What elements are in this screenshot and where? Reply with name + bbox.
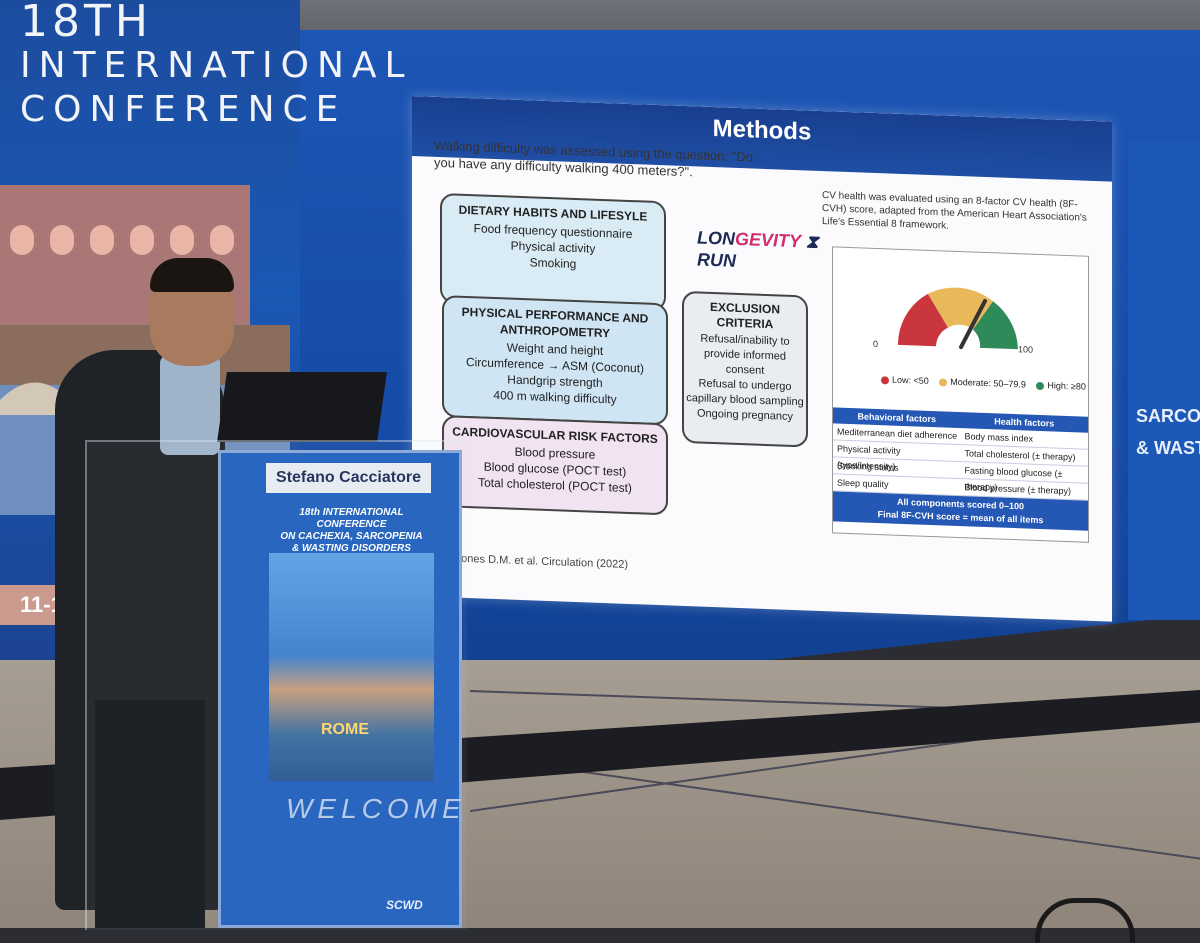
hourglass-icon: ⧗ xyxy=(805,231,819,252)
box-physical-title: PHYSICAL PERFORMANCE AND ANTHROPOMETRY xyxy=(461,304,649,341)
legend-dot-low xyxy=(881,375,889,385)
slide-citation: -Jones D.M. et al. Circulation (2022) xyxy=(452,552,629,571)
banner-edition: 18TH xyxy=(20,0,152,47)
gauge-chart xyxy=(897,287,1018,350)
cvh-score-panel: 0 100 Low: <50 Moderate: 50–79.9 High: ≥… xyxy=(832,246,1089,543)
gauge-min-label: 0 xyxy=(873,338,879,350)
speaker-hair xyxy=(150,258,234,292)
banner-right-text: SARCOPEN & WASTIN xyxy=(1136,400,1200,464)
box-cardiovascular-risk: CARDIOVASCULAR RISK FACTORS Blood pressu… xyxy=(442,415,668,516)
banner-line-conference: CONFERENCE xyxy=(20,89,347,130)
logo-part-1: LON xyxy=(697,227,735,249)
box-item: Refusal to undergo capillary blood sampl… xyxy=(686,377,804,409)
box-item: Refusal/inability to provide informed co… xyxy=(700,332,790,377)
logo-part-3: RUN xyxy=(697,249,736,271)
box-dietary-habits: DIETARY HABITS AND LIFESYLE Food frequen… xyxy=(440,193,666,312)
legend-high: High: ≥80 xyxy=(1047,380,1086,392)
box-item: Ongoing pregnancy xyxy=(696,407,793,423)
glass-lectern-panel xyxy=(85,440,467,930)
banner-title: 18TH INTERNATIONAL CONFERENCE xyxy=(20,0,413,132)
presentation-slide: Methods Walking difficulty was assessed … xyxy=(412,96,1112,622)
laptop xyxy=(217,372,387,442)
legend-dot-high xyxy=(1036,381,1045,390)
logo-part-2: GEVITY xyxy=(735,228,801,252)
banner-right-line2: & WASTIN xyxy=(1136,438,1200,458)
longevity-run-logo: LONGEVITY ⧗ RUN xyxy=(697,226,818,274)
legend-low: Low: <50 xyxy=(892,374,929,386)
box-exclusion-criteria: EXCLUSION CRITERIA Refusal/inability to … xyxy=(682,290,808,448)
factors-table: Behavioral factors Health factors Medite… xyxy=(833,407,1088,531)
legend-moderate: Moderate: 50–79.9 xyxy=(950,376,1026,390)
banner-line-international: INTERNATIONAL xyxy=(20,45,413,86)
gauge-max-label: 100 xyxy=(1018,344,1034,355)
conference-banner-right xyxy=(1128,140,1200,620)
banner-right-line1: SARCOPEN xyxy=(1136,406,1200,426)
legend-dot-moderate xyxy=(939,377,948,387)
cv-health-description: CV health was evaluated using an 8-facto… xyxy=(822,190,1087,232)
box-physical-performance: PHYSICAL PERFORMANCE AND ANTHROPOMETRY W… xyxy=(442,295,668,426)
gauge-legend: Low: <50 Moderate: 50–79.9 High: ≥80 xyxy=(873,374,1086,392)
box-exclusion-title: EXCLUSION CRITERIA xyxy=(709,299,780,332)
